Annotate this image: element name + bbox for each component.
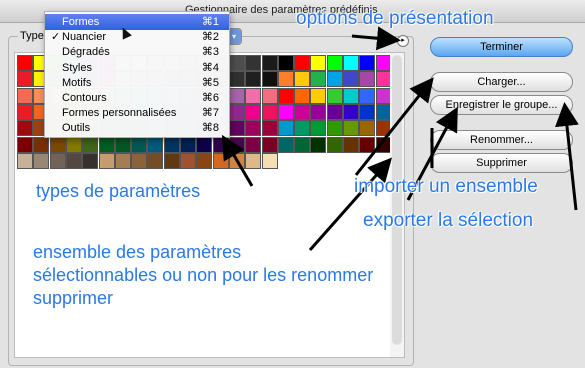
annotation-options: options de présentation (296, 8, 494, 29)
annotation-types: types de paramètres (36, 181, 201, 201)
arrow-export-2 (554, 102, 579, 211)
arrow-types (221, 134, 254, 187)
arrow-options (351, 26, 401, 51)
annotation-set-line1: ensemble des paramètres (33, 242, 242, 262)
annotation-set-line3: supprimer (33, 288, 114, 308)
arrow-import (354, 77, 434, 176)
annotation-export: exporter la sélection (363, 210, 534, 231)
annotation-set-line2: sélectionnables ou non pour les renommer (33, 265, 374, 285)
preset-manager-window: Gestionnaire des paramètres prédéfinis T… (0, 0, 585, 368)
annotation-import: importer un ensemble (354, 176, 538, 197)
